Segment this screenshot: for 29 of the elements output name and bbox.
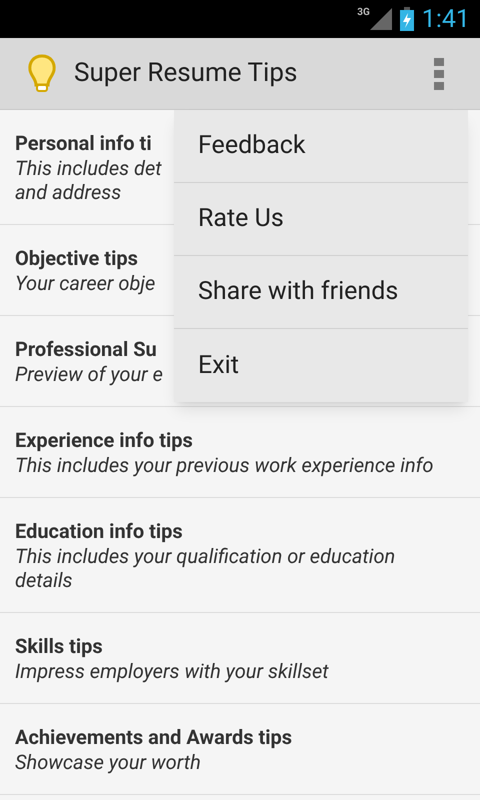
menu-item[interactable]: Exit xyxy=(174,329,468,402)
item-description: Your career obje xyxy=(15,271,156,295)
menu-item[interactable]: Feedback xyxy=(174,110,468,183)
item-description: This includes your qualification or education details xyxy=(15,544,396,592)
list-item[interactable]: Achievements and Awards tips Showcase your worth xyxy=(0,704,480,795)
item-title: Achievements and Awards tips xyxy=(15,724,292,750)
list-item[interactable]: Experience info tips This includes your previous work experience info xyxy=(0,407,480,498)
item-title: Professional Su xyxy=(15,336,157,362)
item-title: Objective tips xyxy=(15,245,138,271)
menu-item[interactable]: Rate Us xyxy=(174,183,468,256)
item-title: Education info tips xyxy=(15,518,183,544)
signal-icon xyxy=(370,8,392,30)
item-description: This includes det and address xyxy=(15,156,162,204)
item-title: Experience info tips xyxy=(15,427,193,453)
item-title: Skills tips xyxy=(15,633,103,659)
clock: 1:41 xyxy=(422,6,470,32)
item-description: This includes your previous work experience info xyxy=(15,453,434,477)
item-title: Personal info ti xyxy=(15,130,152,156)
network-type: 3G xyxy=(357,8,370,18)
item-description: Impress employers with your skillset xyxy=(15,659,329,683)
menu-item[interactable]: Share with friends xyxy=(174,256,468,329)
item-description: Preview of your e xyxy=(15,362,163,386)
list-item[interactable]: Skills tips Impress employers with your skillset xyxy=(0,613,480,704)
list-item[interactable]: Education info tips This includes your qualification or education details xyxy=(0,498,480,613)
app-title: Super Resume Tips xyxy=(74,57,298,90)
lightbulb-icon[interactable] xyxy=(27,54,57,94)
overflow-menu-icon[interactable] xyxy=(434,58,444,90)
item-description: Showcase your worth xyxy=(15,750,201,774)
battery-icon xyxy=(400,7,414,31)
